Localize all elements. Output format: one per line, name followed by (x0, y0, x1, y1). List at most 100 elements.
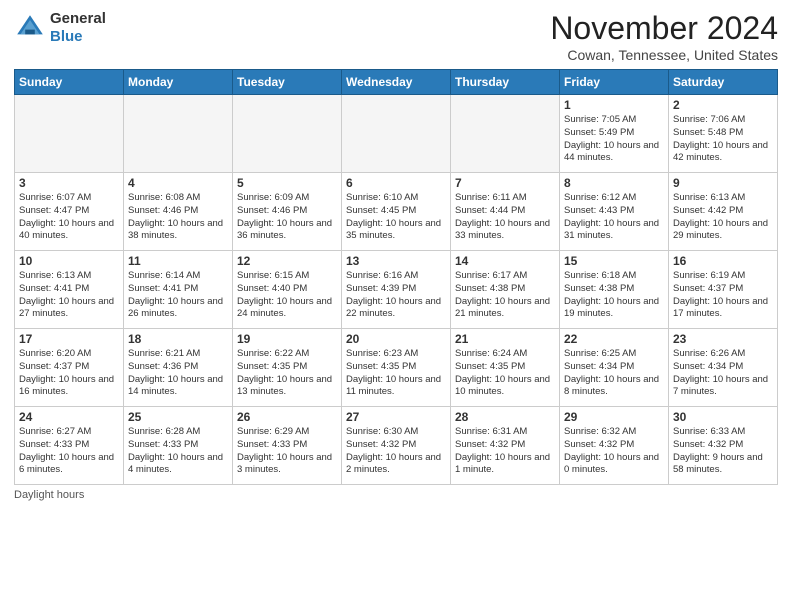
calendar-cell (342, 95, 451, 173)
day-info: Sunrise: 6:23 AMSunset: 4:35 PMDaylight:… (346, 348, 446, 399)
day-number: 28 (455, 410, 555, 424)
calendar-cell: 10Sunrise: 6:13 AMSunset: 4:41 PMDayligh… (15, 251, 124, 329)
day-number: 8 (564, 176, 664, 190)
day-number: 10 (19, 254, 119, 268)
calendar-cell: 23 Sunrise: 6:26 AMSunset: 4:34 PMDayligh… (669, 329, 778, 407)
day-info: Sunrise: 6:22 AMSunset: 4:35 PMDaylight:… (237, 348, 337, 399)
calendar-cell: 29 Sunrise: 6:32 AMSunset: 4:32 PMDayligh… (560, 407, 669, 485)
day-number: 11 (128, 254, 228, 268)
daylight-label: Daylight hours (14, 489, 84, 501)
calendar-cell: 15Sunrise: 6:18 AMSunset: 4:38 PMDayligh… (560, 251, 669, 329)
calendar-cell: 9 Sunrise: 6:13 AMSunset: 4:42 PMDaylight… (669, 173, 778, 251)
calendar-cell: 20Sunrise: 6:23 AMSunset: 4:35 PMDayligh… (342, 329, 451, 407)
calendar-cell: 30 Sunrise: 6:33 AMSunset: 4:32 PMDayligh… (669, 407, 778, 485)
col-thursday: Thursday (451, 70, 560, 95)
day-number: 19 (237, 332, 337, 346)
day-info: Sunrise: 6:19 AMSunset: 4:37 PMDaylight:… (673, 270, 773, 321)
calendar-cell: 5 Sunrise: 6:09 AMSunset: 4:46 PMDaylight… (233, 173, 342, 251)
day-info: Sunrise: 6:13 AMSunset: 4:42 PMDaylight:… (673, 192, 773, 243)
col-saturday: Saturday (669, 70, 778, 95)
logo-general: General (50, 10, 106, 27)
day-info: Sunrise: 6:11 AMSunset: 4:44 PMDaylight:… (455, 192, 555, 243)
day-info: Sunrise: 6:28 AMSunset: 4:33 PMDaylight:… (128, 426, 228, 477)
calendar-cell: 3Sunrise: 6:07 AMSunset: 4:47 PMDaylight… (15, 173, 124, 251)
day-info: Sunrise: 6:24 AMSunset: 4:35 PMDaylight:… (455, 348, 555, 399)
day-info: Sunrise: 6:33 AMSunset: 4:32 PMDaylight:… (673, 426, 773, 477)
calendar-cell: 24 Sunrise: 6:27 AMSunset: 4:33 PMDayligh… (15, 407, 124, 485)
day-number: 5 (237, 176, 337, 190)
day-info: Sunrise: 6:09 AMSunset: 4:46 PMDaylight:… (237, 192, 337, 243)
day-number: 30 (673, 410, 773, 424)
col-wednesday: Wednesday (342, 70, 451, 95)
day-number: 14 (455, 254, 555, 268)
calendar-week-5: 24 Sunrise: 6:27 AMSunset: 4:33 PMDayligh… (15, 407, 778, 485)
day-number: 9 (673, 176, 773, 190)
calendar-cell: 28Sunrise: 6:31 AMSunset: 4:32 PMDayligh… (451, 407, 560, 485)
day-number: 4 (128, 176, 228, 190)
day-info: Sunrise: 6:20 AMSunset: 4:37 PMDaylight:… (19, 348, 119, 399)
calendar-cell: 1Sunrise: 7:05 AMSunset: 5:49 PMDaylight… (560, 95, 669, 173)
col-monday: Monday (124, 70, 233, 95)
day-info: Sunrise: 6:10 AMSunset: 4:45 PMDaylight:… (346, 192, 446, 243)
day-number: 12 (237, 254, 337, 268)
title-block: November 2024 Cowan, Tennessee, United S… (550, 10, 778, 63)
calendar-week-3: 10Sunrise: 6:13 AMSunset: 4:41 PMDayligh… (15, 251, 778, 329)
day-info: Sunrise: 6:30 AMSunset: 4:32 PMDaylight:… (346, 426, 446, 477)
day-info: Sunrise: 6:32 AMSunset: 4:32 PMDaylight:… (564, 426, 664, 477)
logo-icon (14, 12, 46, 44)
day-info: Sunrise: 6:21 AMSunset: 4:36 PMDaylight:… (128, 348, 228, 399)
day-number: 26 (237, 410, 337, 424)
calendar-cell: 13 Sunrise: 6:16 AMSunset: 4:39 PMDayligh… (342, 251, 451, 329)
day-info: Sunrise: 6:26 AMSunset: 4:34 PMDaylight:… (673, 348, 773, 399)
day-info: Sunrise: 6:08 AMSunset: 4:46 PMDaylight:… (128, 192, 228, 243)
day-number: 18 (128, 332, 228, 346)
calendar-week-4: 17 Sunrise: 6:20 AMSunset: 4:37 PMDayligh… (15, 329, 778, 407)
day-number: 27 (346, 410, 446, 424)
calendar-header-row: Sunday Monday Tuesday Wednesday Thursday… (15, 70, 778, 95)
calendar-cell: 11Sunrise: 6:14 AMSunset: 4:41 PMDayligh… (124, 251, 233, 329)
day-info: Sunrise: 6:12 AMSunset: 4:43 PMDaylight:… (564, 192, 664, 243)
calendar-cell (233, 95, 342, 173)
calendar-table: Sunday Monday Tuesday Wednesday Thursday… (14, 69, 778, 485)
day-info: Sunrise: 6:16 AMSunset: 4:39 PMDaylight:… (346, 270, 446, 321)
day-info: Sunrise: 6:27 AMSunset: 4:33 PMDaylight:… (19, 426, 119, 477)
day-number: 13 (346, 254, 446, 268)
day-info: Sunrise: 6:17 AMSunset: 4:38 PMDaylight:… (455, 270, 555, 321)
day-info: Sunrise: 6:29 AMSunset: 4:33 PMDaylight:… (237, 426, 337, 477)
day-number: 22 (564, 332, 664, 346)
page-container: General Blue November 2024 Cowan, Tennes… (0, 0, 792, 507)
calendar-cell: 2Sunrise: 7:06 AMSunset: 5:48 PMDaylight… (669, 95, 778, 173)
calendar-cell: 12Sunrise: 6:15 AMSunset: 4:40 PMDayligh… (233, 251, 342, 329)
logo-blue: Blue (50, 28, 83, 45)
calendar-cell: 14 Sunrise: 6:17 AMSunset: 4:38 PMDayligh… (451, 251, 560, 329)
day-number: 1 (564, 98, 664, 112)
calendar-cell: 21Sunrise: 6:24 AMSunset: 4:35 PMDayligh… (451, 329, 560, 407)
calendar-week-2: 3Sunrise: 6:07 AMSunset: 4:47 PMDaylight… (15, 173, 778, 251)
calendar-cell: 6Sunrise: 6:10 AMSunset: 4:45 PMDaylight… (342, 173, 451, 251)
day-info: Sunrise: 7:06 AMSunset: 5:48 PMDaylight:… (673, 114, 773, 165)
col-tuesday: Tuesday (233, 70, 342, 95)
day-info: Sunrise: 6:07 AMSunset: 4:47 PMDaylight:… (19, 192, 119, 243)
month-title: November 2024 (550, 10, 778, 47)
day-number: 29 (564, 410, 664, 424)
day-number: 17 (19, 332, 119, 346)
logo-text: General Blue (50, 10, 106, 46)
day-number: 16 (673, 254, 773, 268)
day-info: Sunrise: 6:25 AMSunset: 4:34 PMDaylight:… (564, 348, 664, 399)
calendar-cell: 26 Sunrise: 6:29 AMSunset: 4:33 PMDayligh… (233, 407, 342, 485)
day-number: 23 (673, 332, 773, 346)
col-sunday: Sunday (15, 70, 124, 95)
footer-note: Daylight hours (14, 489, 778, 501)
calendar-cell: 8 Sunrise: 6:12 AMSunset: 4:43 PMDaylight… (560, 173, 669, 251)
calendar-cell: 7 Sunrise: 6:11 AMSunset: 4:44 PMDaylight… (451, 173, 560, 251)
day-number: 24 (19, 410, 119, 424)
calendar-cell: 4 Sunrise: 6:08 AMSunset: 4:46 PMDaylight… (124, 173, 233, 251)
calendar-cell: 22 Sunrise: 6:25 AMSunset: 4:34 PMDayligh… (560, 329, 669, 407)
calendar-cell (451, 95, 560, 173)
day-number: 25 (128, 410, 228, 424)
day-number: 7 (455, 176, 555, 190)
day-info: Sunrise: 6:18 AMSunset: 4:38 PMDaylight:… (564, 270, 664, 321)
calendar-cell (124, 95, 233, 173)
calendar-cell: 18 Sunrise: 6:21 AMSunset: 4:36 PMDayligh… (124, 329, 233, 407)
location: Cowan, Tennessee, United States (550, 47, 778, 63)
